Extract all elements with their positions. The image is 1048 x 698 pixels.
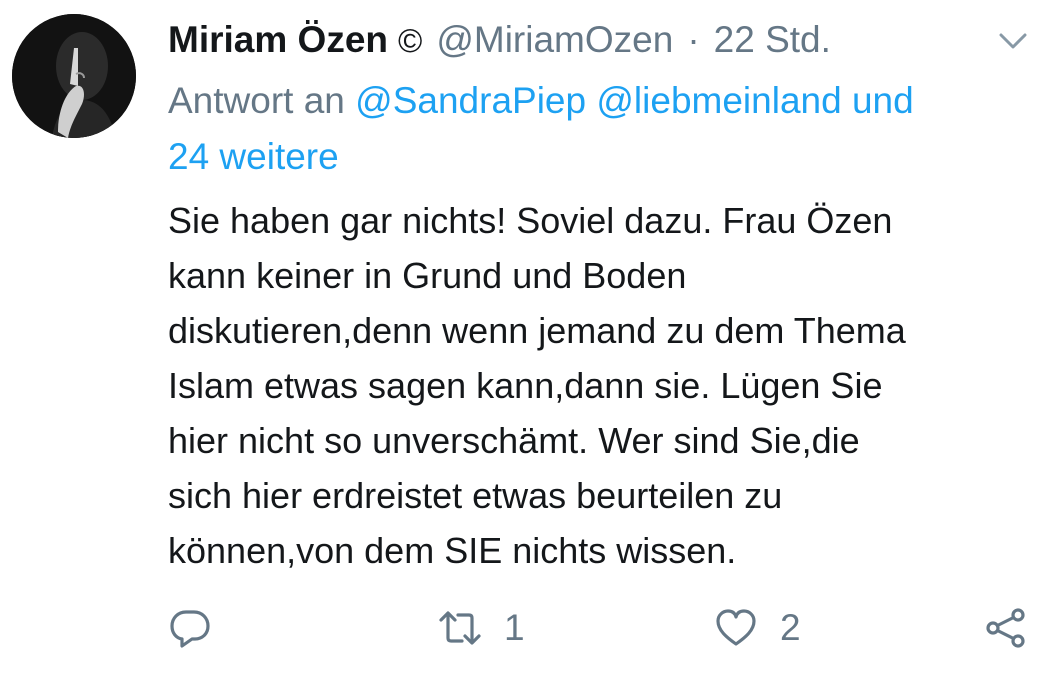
avatar[interactable] bbox=[12, 14, 136, 138]
retweet-count: 1 bbox=[504, 607, 525, 648]
more-mentions-link[interactable]: und bbox=[852, 80, 914, 121]
separator-dot: · bbox=[687, 19, 700, 60]
timestamp[interactable]: 22 Std. bbox=[714, 14, 831, 66]
retweet-icon bbox=[439, 611, 481, 645]
tweet[interactable]: Miriam Özen © @MiriamOzen · 22 Std. Antw… bbox=[0, 0, 1048, 698]
user-handle[interactable]: @MiriamOzen bbox=[436, 14, 673, 66]
mention-link[interactable]: @liebmeinland bbox=[596, 80, 841, 121]
name-badge: © bbox=[398, 22, 423, 59]
tweet-actions: 1 2 bbox=[168, 598, 1038, 658]
like-button[interactable]: 2 bbox=[714, 598, 801, 658]
tweet-text-line: hier nicht so unverschämt. Wer sind Sie,… bbox=[168, 420, 860, 461]
display-name[interactable]: Miriam Özen bbox=[168, 14, 388, 66]
tweet-header: Miriam Özen © @MiriamOzen · 22 Std. bbox=[168, 14, 1028, 67]
reply-button[interactable] bbox=[168, 598, 212, 658]
share-button[interactable] bbox=[984, 598, 1028, 658]
tweet-text-line: kann keiner in Grund und Boden bbox=[168, 255, 687, 296]
tweet-text: Sie haben gar nichts! Soviel dazu. Frau … bbox=[168, 193, 1028, 578]
reply-icon bbox=[170, 610, 210, 648]
heart-icon bbox=[716, 609, 756, 646]
like-count: 2 bbox=[780, 607, 801, 648]
reply-context: Antwort an @SandraPiep @liebmeinland und… bbox=[168, 73, 1028, 185]
tweet-text-line: können,von dem SIE nichts wissen. bbox=[168, 530, 737, 571]
tweet-text-line: Islam etwas sagen kann,dann sie. Lügen S… bbox=[168, 365, 883, 406]
retweet-button[interactable]: 1 bbox=[438, 598, 525, 658]
mention-link[interactable]: @SandraPiep bbox=[355, 80, 586, 121]
tweet-content: Miriam Özen © @MiriamOzen · 22 Std. Antw… bbox=[168, 14, 1028, 578]
tweet-text-line: sich hier erdreistet etwas beurteilen zu bbox=[168, 475, 783, 516]
tweet-text-line: diskutieren,denn wenn jemand zu dem Them… bbox=[168, 310, 906, 351]
avatar-image bbox=[12, 14, 136, 138]
tweet-text-line: Sie haben gar nichts! Soviel dazu. Frau … bbox=[168, 200, 893, 241]
share-icon bbox=[986, 608, 1025, 648]
more-mentions-count-link[interactable]: 24 weitere bbox=[168, 136, 339, 177]
reply-prefix: Antwort an bbox=[168, 80, 345, 121]
chevron-down-icon[interactable] bbox=[996, 24, 1030, 58]
